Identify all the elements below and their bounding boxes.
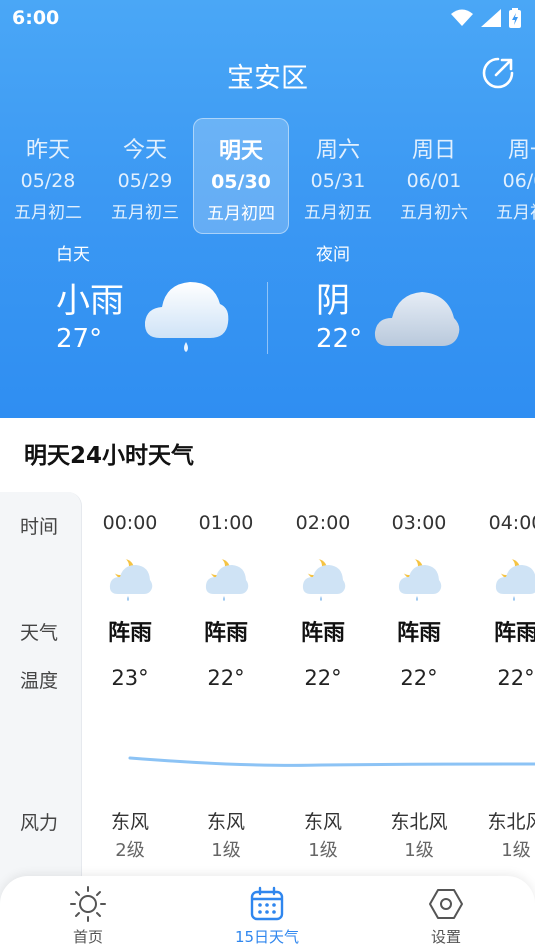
weather-hero: 6:00 宝安区 昨天 05/28 五月初二 今天 05/29 五月初三 明天 … bbox=[0, 0, 535, 418]
hour-column: 02:00 阵雨 22° 东风 1级 bbox=[275, 492, 371, 882]
status-icons bbox=[451, 8, 521, 28]
partly-cloudy-shower-icon bbox=[109, 557, 153, 601]
day-date: 05/30 bbox=[211, 171, 271, 193]
day-date: 05/29 bbox=[117, 170, 173, 192]
day-date: 06/01 bbox=[406, 170, 462, 192]
day-lunar: 五月初六 bbox=[400, 203, 468, 223]
day-name: 周六 bbox=[315, 138, 360, 163]
signal-icon bbox=[481, 9, 501, 27]
share-icon[interactable] bbox=[481, 56, 515, 90]
row-label-time: 时间 bbox=[20, 516, 59, 538]
hour-condition: 阵雨 bbox=[107, 621, 152, 646]
status-time: 6:00 bbox=[12, 7, 60, 29]
hour-wind: 东北风 bbox=[487, 811, 535, 833]
day-name: 今天 bbox=[122, 138, 167, 163]
row-label-wind: 风力 bbox=[20, 812, 59, 834]
hourly-row-labels: 时间 天气 温度 风力 bbox=[0, 492, 82, 912]
nav-label: 15日天气 bbox=[234, 928, 300, 946]
day-tab-tomorrow[interactable]: 明天 05/30 五月初四 bbox=[193, 118, 289, 234]
hour-temp: 22° bbox=[207, 666, 245, 690]
nav-label: 设置 bbox=[430, 928, 461, 946]
daytime-condition: 小雨 bbox=[56, 281, 124, 321]
calendar-icon bbox=[250, 886, 284, 921]
row-label-weather: 天气 bbox=[20, 622, 59, 644]
hour-temp: 23° bbox=[111, 666, 149, 690]
battery-icon bbox=[509, 8, 521, 28]
night-condition: 阴 bbox=[316, 281, 350, 321]
overcast-cloud-icon bbox=[374, 292, 460, 346]
day-name: 昨天 bbox=[25, 138, 70, 163]
hour-time: 02:00 bbox=[295, 512, 351, 534]
day-tab-monday[interactable]: 周一 06/02 五月初七 bbox=[482, 118, 535, 234]
hour-wind: 东风 bbox=[303, 811, 342, 833]
hour-condition: 阵雨 bbox=[493, 621, 535, 646]
partly-cloudy-shower-icon bbox=[495, 557, 535, 601]
day-name: 周日 bbox=[411, 138, 456, 163]
day-name: 周一 bbox=[507, 138, 535, 163]
city-name: 宝安区 bbox=[227, 63, 308, 94]
hour-time: 04:00 bbox=[488, 512, 535, 534]
hour-time: 01:00 bbox=[198, 512, 254, 534]
nav-home[interactable]: 首页 bbox=[28, 884, 148, 947]
day-night-divider bbox=[267, 282, 268, 354]
hour-temp: 22° bbox=[497, 666, 535, 690]
row-label-temp: 温度 bbox=[20, 670, 59, 692]
day-name: 明天 bbox=[218, 139, 263, 164]
day-lunar: 五月初三 bbox=[111, 203, 179, 223]
day-lunar: 五月初七 bbox=[496, 203, 535, 223]
hour-time: 03:00 bbox=[391, 512, 447, 534]
night-temp: 22° bbox=[316, 324, 363, 354]
day-tab-today[interactable]: 今天 05/29 五月初三 bbox=[97, 118, 193, 234]
hour-temp: 22° bbox=[400, 666, 438, 690]
partly-cloudy-shower-icon bbox=[302, 557, 346, 601]
day-lunar: 五月初二 bbox=[14, 203, 82, 223]
hour-wind-level: 1级 bbox=[404, 840, 434, 861]
hour-wind-level: 1级 bbox=[501, 840, 531, 861]
daytime-label: 白天 bbox=[56, 245, 90, 265]
hour-wind-level: 1级 bbox=[308, 840, 338, 861]
hourly-title: 明天24小时天气 bbox=[24, 443, 195, 469]
hour-condition: 阵雨 bbox=[396, 621, 441, 646]
hour-column: 00:00 阵雨 23° 东风 2级 bbox=[82, 492, 178, 882]
hour-condition: 阵雨 bbox=[300, 621, 345, 646]
day-date: 06/02 bbox=[502, 170, 535, 192]
hour-wind: 东北风 bbox=[390, 811, 448, 833]
night-summary: 夜间 阴 22° bbox=[316, 240, 362, 354]
title-bar: 宝安区 bbox=[0, 50, 535, 98]
hour-column: 03:00 阵雨 22° 东北风 1级 bbox=[371, 492, 467, 882]
nav-settings[interactable]: 设置 bbox=[386, 884, 506, 947]
day-date: 05/28 bbox=[20, 170, 76, 192]
hour-time: 00:00 bbox=[102, 512, 158, 534]
day-date: 05/31 bbox=[310, 170, 366, 192]
nav-15-day[interactable]: 15日天气 bbox=[207, 884, 327, 947]
hour-temp: 22° bbox=[304, 666, 342, 690]
daytime-temp: 27° bbox=[56, 324, 103, 354]
hour-wind-level: 1级 bbox=[211, 840, 241, 861]
day-tab-saturday[interactable]: 周六 05/31 五月初五 bbox=[290, 118, 386, 234]
hour-wind: 东风 bbox=[110, 811, 149, 833]
nav-label: 首页 bbox=[72, 928, 103, 946]
wifi-icon bbox=[451, 9, 473, 26]
hourly-scroll[interactable]: 00:00 阵雨 23° 东风 2级 01:00 阵雨 22° 东风 1级 02… bbox=[82, 492, 535, 882]
day-lunar: 五月初四 bbox=[207, 204, 275, 224]
sun-icon bbox=[70, 886, 106, 922]
hour-column: 04:00 阵雨 22° 东北风 1级 bbox=[468, 492, 535, 882]
bottom-nav: 首页 15日天气 设置 bbox=[0, 876, 535, 951]
night-label: 夜间 bbox=[316, 245, 350, 265]
day-lunar: 五月初五 bbox=[304, 203, 372, 223]
hour-wind: 东风 bbox=[206, 811, 245, 833]
daytime-summary: 白天 小雨 27° bbox=[56, 240, 124, 354]
day-selector: 昨天 05/28 五月初二 今天 05/29 五月初三 明天 05/30 五月初… bbox=[0, 118, 535, 236]
hour-wind-level: 2级 bbox=[115, 840, 145, 861]
day-tab-yesterday[interactable]: 昨天 05/28 五月初二 bbox=[0, 118, 96, 234]
hour-column: 01:00 阵雨 22° 东风 1级 bbox=[178, 492, 274, 882]
partly-cloudy-shower-icon bbox=[398, 557, 442, 601]
partly-cloudy-shower-icon bbox=[205, 557, 249, 601]
day-tab-sunday[interactable]: 周日 06/01 五月初六 bbox=[386, 118, 482, 234]
hexagon-settings-icon bbox=[429, 889, 463, 919]
hour-condition: 阵雨 bbox=[203, 621, 248, 646]
status-bar: 6:00 bbox=[0, 0, 535, 36]
light-rain-cloud-icon bbox=[144, 282, 229, 352]
